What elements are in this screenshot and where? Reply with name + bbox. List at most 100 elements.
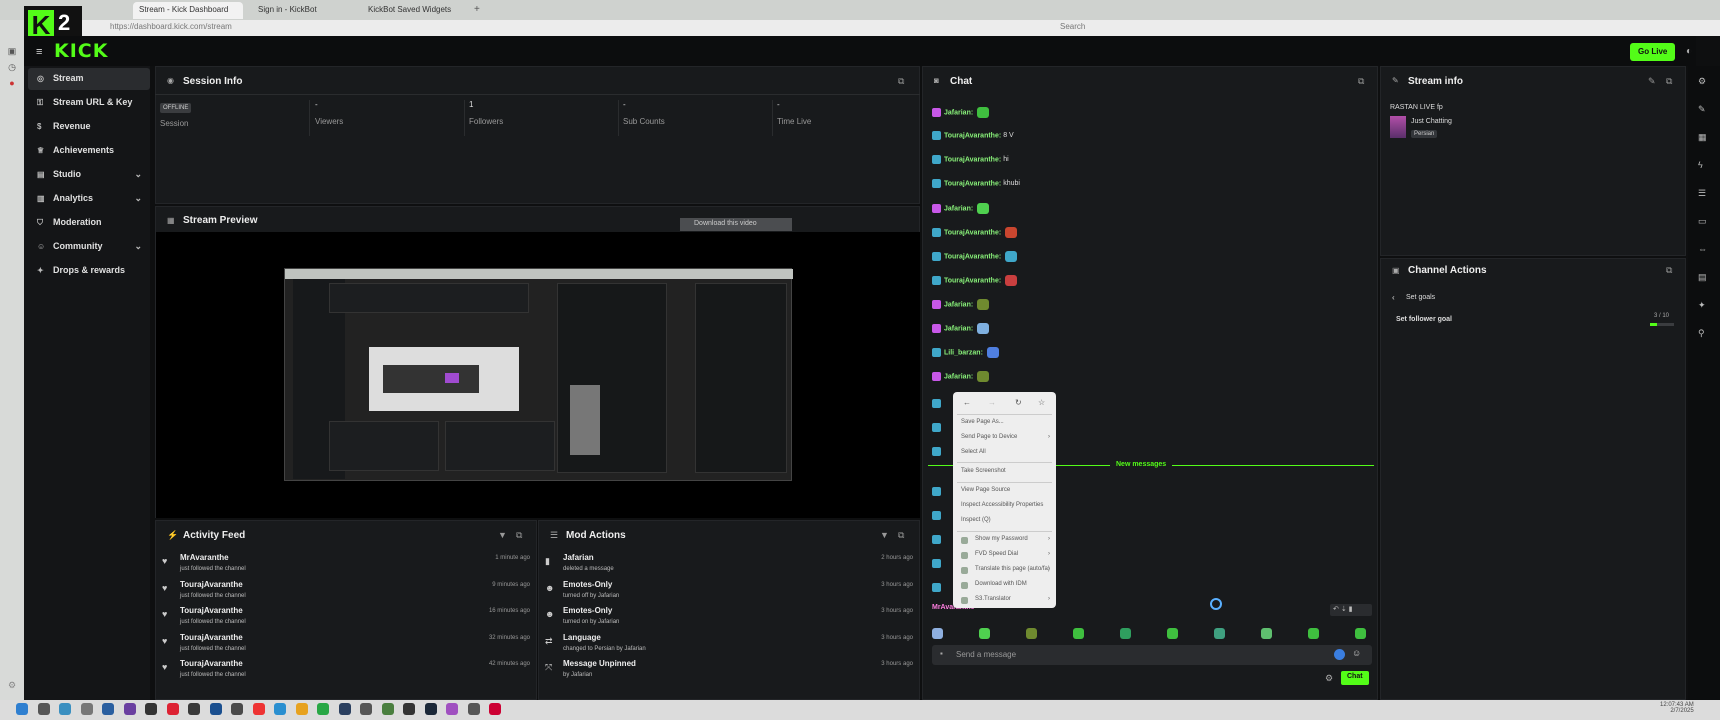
- context-menu-item[interactable]: Save Page As...: [961, 419, 1004, 429]
- emote-icon[interactable]: [1026, 628, 1037, 639]
- chat-username[interactable]: Jafarian:: [944, 109, 973, 116]
- taskbar-app-icon[interactable]: [489, 703, 501, 715]
- sidebar-item-drops-rewards[interactable]: ✦ Drops & rewards: [28, 260, 150, 282]
- feed-username[interactable]: TourajAvaranthe: [180, 659, 243, 668]
- feed-username[interactable]: MrAvaranthe: [180, 553, 229, 562]
- chat-username[interactable]: TourajAvaranthe:: [944, 180, 1001, 187]
- context-menu-item[interactable]: Take Screenshot: [961, 468, 1006, 478]
- popout-icon[interactable]: ⧉: [1358, 76, 1364, 87]
- chat-username[interactable]: TourajAvaranthe:: [944, 253, 1001, 260]
- chat-username[interactable]: TourajAvaranthe:: [944, 277, 1001, 284]
- taskbar-app-icon[interactable]: [37, 703, 50, 715]
- taskbar-app-icon[interactable]: [123, 703, 136, 715]
- emote-icon[interactable]: [1167, 628, 1178, 639]
- emoji-icon[interactable]: ☺: [1352, 648, 1361, 658]
- chat-username[interactable]: Jafarian:: [944, 205, 973, 212]
- feed-username[interactable]: TourajAvaranthe: [180, 633, 243, 642]
- widget-icon[interactable]: ▤: [1698, 272, 1707, 283]
- emote-icon[interactable]: [979, 628, 990, 639]
- browser-search-field[interactable]: Search: [1060, 22, 1085, 31]
- emote-icon[interactable]: [1308, 628, 1319, 639]
- chat-username[interactable]: TourajAvaranthe:: [944, 132, 1001, 139]
- sidebar-item-moderation[interactable]: ⛉ Moderation: [28, 212, 150, 234]
- chat-username[interactable]: Jafarian:: [944, 373, 973, 380]
- taskbar-app-icon[interactable]: [145, 703, 157, 715]
- kick-logo[interactable]: KICK: [54, 40, 108, 62]
- emote-icon[interactable]: [1355, 628, 1366, 639]
- context-menu-item[interactable]: Inspect Accessibility Properties: [961, 502, 1043, 512]
- browser-tab[interactable]: Sign in - KickBot: [252, 2, 350, 19]
- chat-controls[interactable]: ↶ ⇣ ▮: [1330, 604, 1372, 616]
- emote-icon[interactable]: [1073, 628, 1084, 639]
- context-menu-item[interactable]: S3.Translator: [975, 596, 1011, 606]
- undo-icon[interactable]: ↶: [1333, 606, 1339, 613]
- chat-send-button[interactable]: Chat: [1341, 671, 1369, 685]
- emote-icon[interactable]: [1120, 628, 1131, 639]
- sidebar-item-community[interactable]: ☺ Community ⌄: [28, 236, 150, 258]
- layout-icon[interactable]: ▦: [1698, 132, 1707, 143]
- taskbar-app-icon[interactable]: [424, 703, 437, 715]
- popout-icon[interactable]: ⧉: [1666, 76, 1672, 87]
- settings-icon[interactable]: ⚙: [1698, 76, 1706, 87]
- trash-icon[interactable]: ▮: [1349, 606, 1353, 613]
- pen-icon[interactable]: ✎: [1698, 104, 1706, 115]
- context-menu-item[interactable]: View Page Source: [961, 487, 1010, 497]
- pin-icon[interactable]: ⇣: [1341, 606, 1347, 613]
- emote-icon[interactable]: [1261, 628, 1272, 639]
- list-icon[interactable]: ☰: [1698, 188, 1706, 199]
- new-tab-icon[interactable]: +: [474, 4, 480, 15]
- back-icon[interactable]: ←: [963, 398, 971, 407]
- browser-tab[interactable]: KickBot Saved Widgets: [362, 2, 460, 19]
- popout-icon[interactable]: ⧉: [898, 76, 904, 87]
- taskbar-app-icon[interactable]: [209, 703, 222, 715]
- taskbar-app-icon[interactable]: [381, 703, 394, 715]
- back-chevron-icon[interactable]: ‹: [1392, 293, 1395, 302]
- sidebar-item-studio[interactable]: ▤ Studio ⌄: [28, 164, 150, 186]
- set-goals-link[interactable]: Set goals: [1406, 294, 1435, 301]
- filter-icon[interactable]: ▼: [880, 530, 889, 540]
- set-follower-goal-label[interactable]: Set follower goal: [1396, 316, 1452, 323]
- taskbar-app-icon[interactable]: [338, 703, 351, 715]
- history-icon[interactable]: ◷: [6, 62, 18, 72]
- extension-icon[interactable]: ●: [6, 78, 18, 88]
- bookmark-icon[interactable]: ▣: [6, 46, 18, 56]
- profile-icon[interactable]: ◐: [1686, 46, 1692, 57]
- taskbar-app-icon[interactable]: [360, 703, 372, 715]
- taskbar-app-icon[interactable]: [80, 703, 93, 715]
- go-live-button[interactable]: Go Live: [1630, 43, 1676, 61]
- tool-icon[interactable]: ✦: [1698, 300, 1706, 311]
- taskbar-app-icon[interactable]: [188, 703, 200, 715]
- context-menu-item[interactable]: Translate this page (auto/fa): [975, 566, 1050, 576]
- chat-settings-gear-icon[interactable]: ⚙: [1325, 673, 1333, 684]
- puzzle-icon[interactable]: ⚲: [1698, 328, 1705, 339]
- chat-input-box[interactable]: ▪ Send a message ☺: [932, 645, 1372, 665]
- chat-username[interactable]: TourajAvaranthe:: [944, 156, 1001, 163]
- browser-tab-active[interactable]: Stream - Kick Dashboard: [133, 2, 243, 19]
- taskbar-app-icon[interactable]: [102, 703, 114, 715]
- settings-gear-icon[interactable]: ⚙: [8, 680, 16, 691]
- taskbar-app-icon[interactable]: [252, 703, 265, 715]
- emote-icon[interactable]: [932, 628, 943, 639]
- edit-icon[interactable]: ✎: [1648, 76, 1656, 87]
- context-menu-item[interactable]: Select All: [961, 449, 986, 459]
- chat-username[interactable]: Jafarian:: [944, 301, 973, 308]
- bolt-icon[interactable]: ϟ: [1698, 160, 1703, 170]
- popout-icon[interactable]: ⧉: [1666, 265, 1672, 276]
- context-menu-item[interactable]: Show my Password: [975, 536, 1028, 546]
- popout-icon[interactable]: ⧉: [898, 530, 904, 541]
- verified-icon[interactable]: [1334, 649, 1345, 660]
- taskbar-app-icon[interactable]: [295, 703, 308, 715]
- popout-icon[interactable]: ⧉: [516, 530, 522, 541]
- context-menu-item[interactable]: FVD Speed Dial: [975, 551, 1018, 561]
- new-messages-label[interactable]: New messages: [1110, 461, 1173, 468]
- link-icon[interactable]: ⇔: [1698, 244, 1707, 254]
- taskbar-app-icon[interactable]: [231, 703, 243, 715]
- filter-icon[interactable]: ▼: [498, 530, 507, 540]
- menu-icon[interactable]: ≡: [36, 46, 42, 58]
- sidebar-item-analytics[interactable]: ▥ Analytics ⌄: [28, 188, 150, 210]
- taskbar-app-icon[interactable]: [59, 703, 71, 715]
- taskbar-app-icon[interactable]: [166, 703, 179, 715]
- taskbar-app-icon[interactable]: [317, 703, 329, 715]
- reload-icon[interactable]: ↻: [1015, 398, 1022, 407]
- taskbar-app-icon[interactable]: [467, 703, 480, 715]
